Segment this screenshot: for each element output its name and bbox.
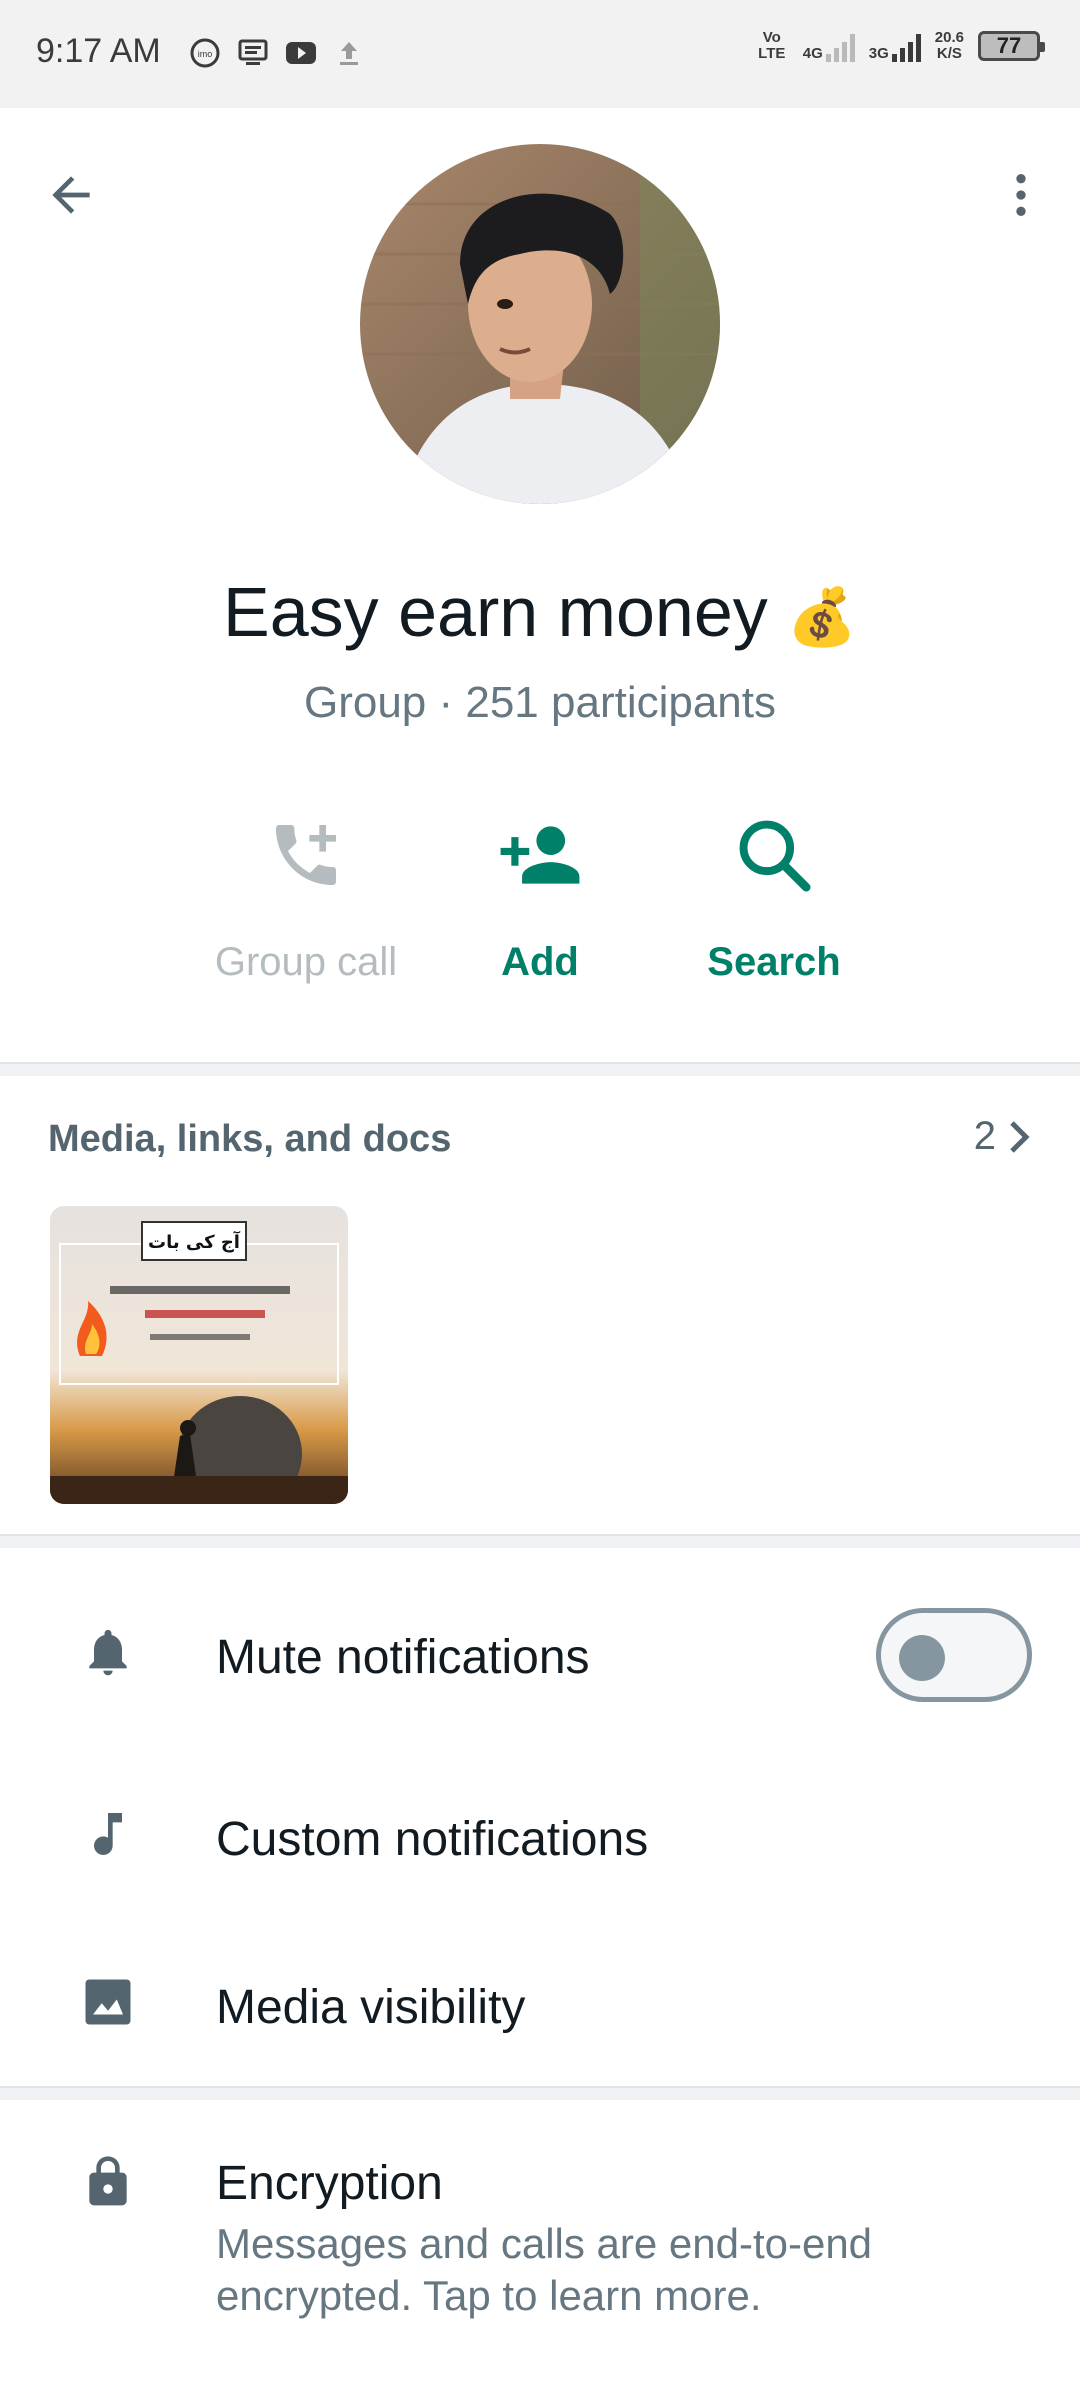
media-image: آج کی بات [50, 1206, 348, 1504]
upload-icon [340, 42, 358, 65]
search-icon [739, 820, 811, 892]
youtube-icon [286, 42, 316, 64]
arrow-back-icon [52, 176, 90, 214]
encryption-title: Encryption [216, 2157, 443, 2210]
net1-label: 4G [802, 45, 823, 62]
image-icon [78, 1972, 138, 2032]
signal-1: 4G [803, 30, 855, 62]
status-right: Vo LTE 4G 3G 20.6 K/S 77 [755, 29, 1045, 62]
person-add-icon [500, 826, 580, 884]
network-speed: 20.6 K/S [935, 30, 964, 62]
search-button[interactable]: Search [654, 800, 894, 1000]
mute-notifications-label: Mute notifications [216, 1631, 590, 1684]
volte-indicator: Vo LTE [758, 29, 786, 62]
section-divider [0, 2086, 1080, 2100]
media-visibility-label: Media visibility [216, 1981, 526, 2034]
message-icon [238, 39, 268, 65]
music-note-icon [78, 1804, 138, 1864]
group-title: Easy earn money 💰 [0, 572, 1080, 652]
encryption-subtitle: Messages and calls are end-to-end encryp… [216, 2220, 873, 2319]
battery-indicator: 77 [978, 31, 1045, 61]
add-call-icon [276, 825, 336, 885]
signal-bars-2 [891, 30, 921, 62]
group-name-text: Easy earn money [223, 573, 768, 651]
more-options-button[interactable] [986, 160, 1056, 230]
imo-icon: imo [190, 38, 220, 68]
custom-notifications-label: Custom notifications [216, 1813, 649, 1866]
speed-value: 20.6 [934, 29, 964, 46]
signal-2: 3G [869, 30, 921, 62]
group-subtitle: Group · 251 participants [303, 678, 777, 727]
media-count-link[interactable]: 2 [974, 1114, 1034, 1159]
more-vert-icon [1016, 174, 1026, 216]
status-time: 9:17 AM [36, 32, 161, 70]
toggle-knob [899, 1635, 945, 1681]
avatar-photo [360, 144, 720, 504]
speed-unit: K/S [936, 45, 962, 62]
money-bag-icon: 💰 [787, 585, 857, 648]
lock-icon [78, 2152, 138, 2212]
section-divider [0, 1062, 1080, 1076]
custom-notifications-row[interactable]: Custom notifications [0, 1780, 1080, 1890]
bell-icon [78, 1622, 138, 1682]
group-call-label: Group call [214, 940, 398, 984]
media-thumbnail[interactable]: آج کی بات [50, 1206, 348, 1504]
group-avatar[interactable] [360, 144, 720, 504]
chevron-right-icon [1010, 1120, 1030, 1153]
signal-bars-1 [825, 30, 855, 62]
media-count: 2 [973, 1114, 996, 1158]
back-button[interactable] [36, 160, 106, 230]
thumb-heading: آج کی بات [148, 1230, 241, 1253]
media-section-title: Media, links, and docs [48, 1118, 452, 1160]
status-bar: 9:17 AM imo Vo LTE 4G 3G 20.6 K/S 77 [0, 0, 1080, 108]
add-label: Add [501, 940, 579, 984]
media-visibility-row[interactable]: Media visibility [0, 1950, 1080, 2060]
add-participant-button[interactable]: Add [420, 800, 660, 1000]
mute-toggle[interactable] [876, 1608, 1032, 1702]
section-divider [0, 1534, 1080, 1548]
group-call-button[interactable]: Group call [186, 800, 426, 1000]
net2-label: 3G [868, 45, 889, 62]
search-label: Search [707, 940, 841, 984]
svg-text:imo: imo [198, 49, 213, 59]
